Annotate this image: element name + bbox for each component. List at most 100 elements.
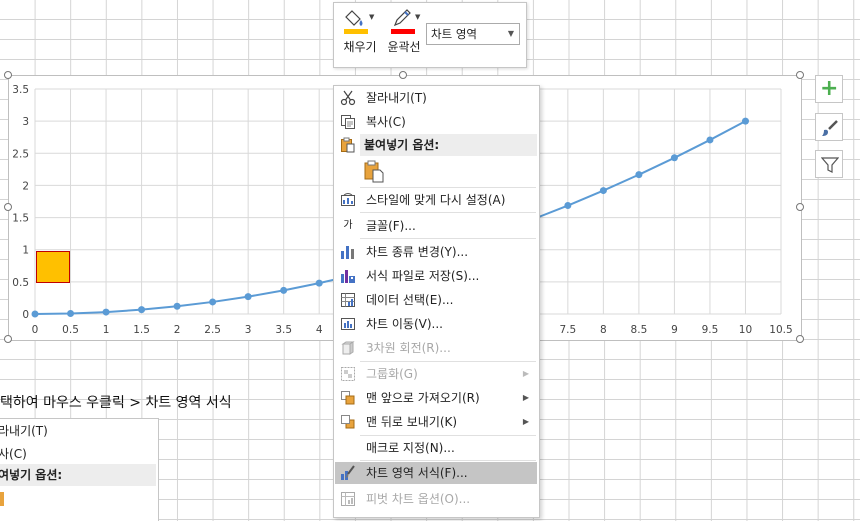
resize-handle-top-left[interactable] <box>4 71 12 79</box>
menu-item-move-chart-label: 차트 이동(V)... <box>366 317 443 331</box>
y-tick-label: 1 <box>22 245 29 257</box>
fill-dropdown-icon[interactable]: ▼ <box>369 13 374 21</box>
pen-icon <box>393 9 411 27</box>
bg-menu-copy: 사(C) <box>0 447 27 461</box>
menu-item-pivot-options: 피벗 차트 옵션(O)... <box>335 488 537 510</box>
resize-handle-bottom-left[interactable] <box>4 335 12 343</box>
menu-item-3d-rotation-label: 3차원 회전(R)... <box>366 341 451 355</box>
menu-item-reset-style-label: 스타일에 맞게 다시 설정(A) <box>366 193 506 207</box>
menu-item-3d-rotation: 3차원 회전(R)... <box>335 337 537 359</box>
resize-handle-right[interactable] <box>796 203 804 211</box>
resize-handle-left[interactable] <box>4 203 12 211</box>
x-tick-label: 1.5 <box>133 324 150 336</box>
outline-label: 윤곽선 <box>387 40 421 54</box>
bar-chart-icon <box>341 246 354 259</box>
x-tick-label: 9.5 <box>702 324 719 336</box>
x-tick-label: 2 <box>174 324 181 336</box>
x-tick-label: 10 <box>739 324 752 336</box>
bg-menu-paste-header: 여넣기 옵션: <box>0 464 156 486</box>
menu-item-cut[interactable]: 잘라내기(T) <box>335 87 537 109</box>
submenu-arrow-icon: ▶ <box>522 417 529 426</box>
menu-item-send-to-back-label: 맨 뒤로 보내기(K) <box>366 415 458 429</box>
x-tick-label: 4 <box>316 324 323 336</box>
menu-item-pivot-options-label: 피벗 차트 옵션(O)... <box>366 492 471 506</box>
data-point <box>138 306 146 314</box>
menu-item-bring-to-front[interactable]: 맨 앞으로 가져오기(R) ▶ <box>335 387 537 409</box>
paste-option-button[interactable] <box>362 159 388 185</box>
resize-handle-top[interactable] <box>399 71 407 79</box>
data-point <box>741 117 749 125</box>
chart-styles-button[interactable] <box>815 113 843 141</box>
bg-menu-cut: 라내기(T) <box>0 424 48 438</box>
data-point <box>280 286 288 294</box>
menu-item-reset-style[interactable]: 스타일에 맞게 다시 설정(A) <box>335 189 537 211</box>
x-tick-label: 8 <box>600 324 607 336</box>
data-point <box>635 171 643 179</box>
x-tick-label: 9 <box>671 324 678 336</box>
menu-item-change-chart-type[interactable]: 차트 종류 변경(Y)... <box>335 241 537 263</box>
chart-element-value: 차트 영역 <box>431 27 477 41</box>
x-tick-label: 0.5 <box>62 324 79 336</box>
save-template-icon <box>341 270 355 283</box>
menu-item-font-label: 글꼴(F)... <box>366 219 416 233</box>
menu-item-bring-to-front-label: 맨 앞으로 가져오기(R) <box>366 391 480 405</box>
chart-elements-button[interactable]: + <box>815 75 843 103</box>
paintbrush-icon <box>822 120 838 136</box>
submenu-arrow-icon: ▶ <box>522 369 529 378</box>
menu-item-select-data-label: 데이터 선택(E)... <box>366 293 454 307</box>
pivot-options-icon <box>341 492 355 506</box>
paste-clipboard-icon <box>364 160 384 183</box>
menu-item-move-chart[interactable]: 차트 이동(V)... <box>335 313 537 335</box>
x-tick-label: 2.5 <box>204 324 221 336</box>
reset-style-icon <box>341 193 355 206</box>
separator <box>360 435 536 436</box>
context-menu: 잘라내기(T) 복사(C) 붙여넣기 옵션: 스타일에 맞게 다시 설정(A) … <box>333 85 540 518</box>
font-icon: 가 <box>343 220 353 231</box>
data-point <box>706 136 714 144</box>
selected-legend-marker[interactable] <box>36 251 70 283</box>
y-tick-label: 3 <box>22 116 29 128</box>
x-tick-label: 3.5 <box>275 324 292 336</box>
outline-color-swatch <box>391 29 415 34</box>
mini-toolbar: ▼ 채우기 ▼ 윤곽선 차트 영역 ▼ <box>333 2 527 68</box>
data-point <box>173 302 181 310</box>
data-point <box>102 308 110 316</box>
menu-item-assign-macro[interactable]: 매크로 지정(N)... <box>335 437 537 459</box>
menu-item-save-template-label: 서식 파일로 저장(S)... <box>366 269 480 283</box>
menu-item-save-template[interactable]: 서식 파일로 저장(S)... <box>335 265 537 287</box>
chart-filters-button[interactable] <box>815 150 843 178</box>
y-tick-label: 0 <box>22 309 29 321</box>
fill-color-swatch <box>344 29 368 34</box>
y-tick-label: 0.5 <box>12 277 29 289</box>
outline-button[interactable]: ▼ 윤곽선 <box>384 8 424 55</box>
x-tick-label: 1 <box>103 324 110 336</box>
paint-bucket-icon <box>345 10 363 26</box>
bring-to-front-icon <box>341 391 355 405</box>
y-tick-label: 1.5 <box>12 213 29 225</box>
separator <box>360 187 536 188</box>
y-tick-label: 3.5 <box>12 84 29 96</box>
menu-item-select-data[interactable]: 데이터 선택(E)... <box>335 289 537 311</box>
menu-item-font[interactable]: 가 글꼴(F)... <box>335 215 537 237</box>
paste-options-header: 붙여넣기 옵션: <box>360 134 537 156</box>
menu-item-format-chart-area[interactable]: 차트 영역 서식(F)... <box>335 462 537 484</box>
submenu-arrow-icon: ▶ <box>522 393 529 402</box>
x-tick-label: 3 <box>245 324 252 336</box>
menu-item-copy-label: 복사(C) <box>366 115 406 129</box>
plus-icon: + <box>820 76 839 101</box>
outline-dropdown-icon[interactable]: ▼ <box>415 13 420 21</box>
resize-handle-bottom-right[interactable] <box>796 335 804 343</box>
cube-icon <box>341 341 355 355</box>
menu-item-copy[interactable]: 복사(C) <box>335 111 537 133</box>
menu-item-cut-label: 잘라내기(T) <box>366 91 427 105</box>
separator <box>360 238 536 239</box>
select-data-icon <box>341 293 355 307</box>
resize-handle-top-right[interactable] <box>796 71 804 79</box>
chart-element-dropdown[interactable]: 차트 영역 ▼ <box>426 23 520 45</box>
x-tick-label: 0 <box>32 324 39 336</box>
fill-button[interactable]: ▼ 채우기 <box>340 8 380 55</box>
menu-item-send-to-back[interactable]: 맨 뒤로 보내기(K) ▶ <box>335 411 537 433</box>
scissors-icon <box>340 90 356 106</box>
menu-item-assign-macro-label: 매크로 지정(N)... <box>366 441 455 455</box>
separator <box>360 361 536 362</box>
